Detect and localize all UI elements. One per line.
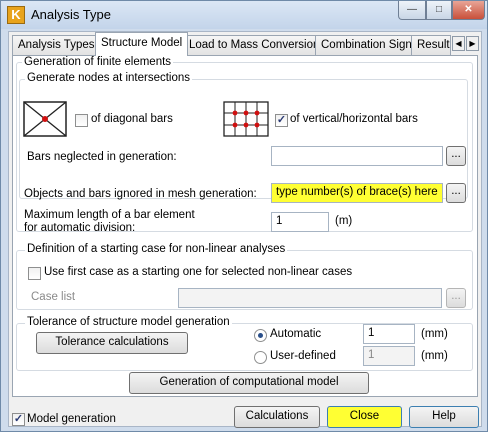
tab-analysis-types[interactable]: Analysis Types bbox=[12, 35, 101, 55]
diagonal-bars-checkbox[interactable] bbox=[75, 114, 88, 127]
help-button[interactable]: Help bbox=[409, 406, 479, 428]
case-list-input[interactable] bbox=[178, 288, 442, 308]
minimize-button[interactable]: — bbox=[398, 1, 426, 20]
close-button[interactable]: Close bbox=[327, 406, 402, 428]
max-length-input[interactable]: 1 bbox=[271, 212, 329, 232]
structure-model-panel: Generation of finite elements Generate n… bbox=[12, 55, 478, 397]
model-generation-label: Model generation bbox=[27, 413, 116, 425]
maximize-button[interactable]: □ bbox=[426, 1, 452, 20]
tab-combination-sign[interactable]: Combination Sign bbox=[315, 35, 418, 55]
user-defined-radio[interactable] bbox=[254, 351, 267, 364]
tab-result[interactable]: Result I bbox=[411, 35, 451, 55]
automatic-label: Automatic bbox=[270, 328, 322, 340]
max-length-label-line2: for automatic division: bbox=[24, 222, 136, 234]
dialog-client: Analysis Types Structure Model Load to M… bbox=[8, 31, 482, 428]
ignored-mesh-label: Objects and bars ignored in mesh generat… bbox=[24, 188, 257, 200]
bars-neglected-input[interactable] bbox=[271, 146, 443, 166]
automatic-radio[interactable] bbox=[254, 329, 267, 342]
ignored-mesh-input[interactable]: type number(s) of brace(s) here bbox=[271, 183, 443, 203]
nodes-group bbox=[19, 79, 468, 199]
app-icon: K bbox=[7, 6, 25, 24]
tolerance-group-label: Tolerance of structure model generation bbox=[25, 316, 232, 328]
max-length-label-line1: Maximum length of a bar element bbox=[24, 209, 195, 221]
user-defined-tolerance-input[interactable]: 1 bbox=[363, 346, 415, 366]
user-defined-tolerance-unit: (mm) bbox=[421, 350, 448, 362]
tab-scroll-right-icon[interactable]: ▶ bbox=[466, 36, 479, 51]
automatic-radio-dot bbox=[258, 333, 263, 338]
tab-load-to-mass-conversion[interactable]: Load to Mass Conversion bbox=[183, 35, 326, 55]
use-first-case-label: Use first case as a starting one for sel… bbox=[44, 266, 353, 278]
generate-model-button[interactable]: Generation of computational model bbox=[129, 372, 369, 394]
ignored-mesh-browse-button[interactable]: ... bbox=[446, 183, 466, 203]
title-bar[interactable]: K Analysis Type — □ ✕ bbox=[1, 1, 487, 29]
bars-neglected-browse-button[interactable]: ... bbox=[446, 146, 466, 166]
nodes-group-label: Generate nodes at intersections bbox=[25, 72, 193, 84]
window-title: Analysis Type bbox=[31, 7, 111, 22]
diagonal-bars-icon bbox=[23, 101, 67, 137]
case-list-browse-button[interactable]: ... bbox=[446, 288, 466, 308]
nonlinear-group-label: Definition of a starting case for non-li… bbox=[25, 243, 288, 255]
vertical-bars-checkbox[interactable]: ✓ bbox=[275, 114, 288, 127]
analysis-type-window: K Analysis Type — □ ✕ Analysis Types Str… bbox=[0, 0, 488, 432]
bars-neglected-label: Bars neglected in generation: bbox=[27, 151, 177, 163]
use-first-case-checkbox[interactable] bbox=[28, 267, 41, 280]
automatic-tolerance-input[interactable]: 1 bbox=[363, 324, 415, 344]
grid-bars-icon bbox=[223, 101, 269, 137]
close-window-button[interactable]: ✕ bbox=[452, 1, 485, 20]
diagonal-bars-label: of diagonal bars bbox=[91, 113, 173, 125]
user-defined-label: User-defined bbox=[270, 350, 336, 362]
vertical-bars-label: of vertical/horizontal bars bbox=[290, 113, 418, 125]
tab-structure-model[interactable]: Structure Model bbox=[95, 32, 189, 56]
max-length-unit: (m) bbox=[335, 215, 353, 227]
case-list-label: Case list bbox=[31, 291, 76, 303]
automatic-tolerance-unit: (mm) bbox=[421, 328, 448, 340]
tab-scroll-left-icon[interactable]: ◀ bbox=[452, 36, 465, 51]
generation-group-label: Generation of finite elements bbox=[22, 56, 174, 68]
tolerance-calculations-button[interactable]: Tolerance calculations bbox=[36, 332, 188, 354]
model-generation-checkbox[interactable]: ✓ bbox=[12, 413, 25, 426]
calculations-button[interactable]: Calculations bbox=[234, 406, 320, 428]
